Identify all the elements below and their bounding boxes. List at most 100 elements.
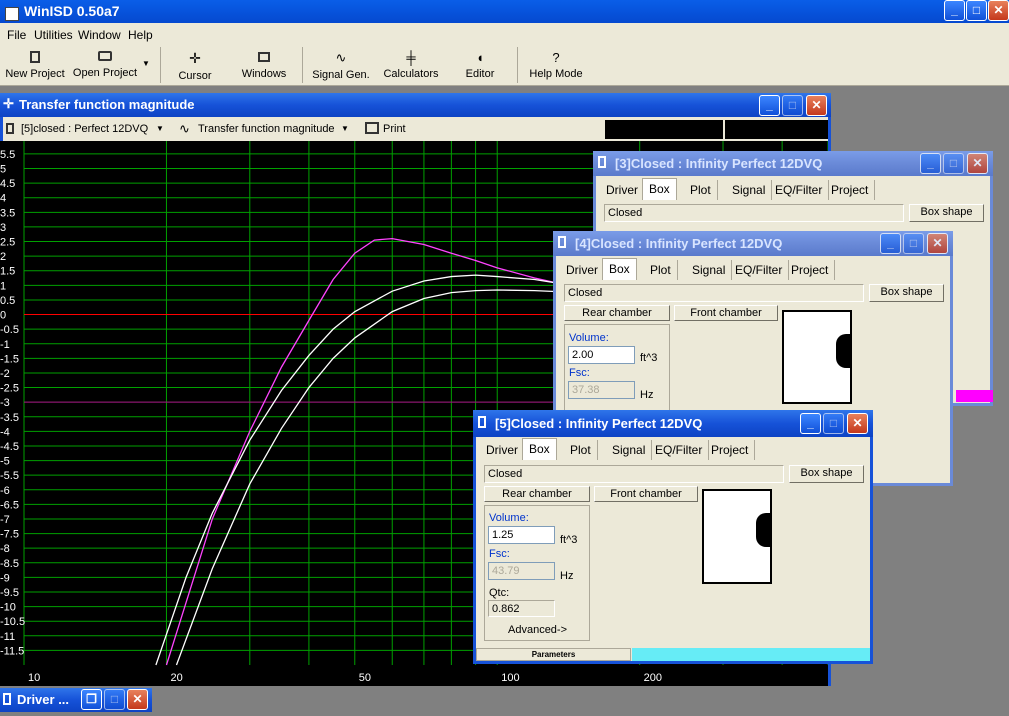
win3-box-type[interactable]: Closed — [604, 204, 904, 222]
windows-icon — [258, 52, 270, 62]
win3-minimize-button[interactable]: _ — [920, 153, 941, 174]
y-tick-label: -2.5 — [0, 383, 19, 395]
windows-label: Windows — [241, 68, 287, 80]
maximize-button[interactable]: □ — [966, 0, 987, 21]
open-dropdown-arrow-icon[interactable]: ▼ — [142, 59, 150, 68]
print-button[interactable]: Print — [383, 123, 406, 135]
menu-file[interactable]: File — [7, 28, 26, 42]
win5-front-chamber-tab[interactable]: Front chamber — [594, 486, 698, 502]
win5-minimize-button[interactable]: _ — [800, 413, 821, 434]
y-tick-label: -8.5 — [0, 558, 19, 570]
win5: Driver Box Plot Signal EQ/Filter Project… — [473, 437, 873, 664]
y-tick-label: -8 — [0, 543, 10, 555]
windows-button[interactable]: Windows — [232, 47, 296, 85]
menu-help[interactable]: Help — [128, 28, 153, 42]
y-tick-label: -11 — [0, 631, 15, 643]
y-tick-label: 5.5 — [0, 149, 15, 161]
win5-volume-input[interactable]: 1.25 — [488, 526, 555, 544]
close-button[interactable]: ✕ — [988, 0, 1009, 21]
menu-window[interactable]: Window — [78, 28, 121, 42]
win5-box-type[interactable]: Closed — [484, 465, 784, 483]
driver-window-icon — [3, 693, 11, 705]
calculator-icon: ╪ — [406, 50, 416, 65]
y-tick-label: -5.5 — [0, 470, 19, 482]
win5-tab-plot[interactable]: Plot — [564, 440, 598, 460]
y-tick-label: -9.5 — [0, 587, 19, 599]
open-project-button[interactable]: Open Project — [70, 47, 140, 85]
help-mode-button[interactable]: ? Help Mode — [522, 47, 590, 85]
project-select[interactable]: [5]closed : Perfect 12DVQ — [21, 123, 148, 135]
win4-tab-project[interactable]: Project — [785, 260, 836, 280]
graph-minimize-button[interactable]: _ — [759, 95, 780, 116]
calculators-button[interactable]: ╪ Calculators — [376, 47, 446, 85]
driver-minimized-window[interactable]: Driver ... ❐ □ ✕ — [0, 688, 152, 712]
win3-tab-eq-filter[interactable]: EQ/Filter — [769, 180, 830, 200]
menu-utilities[interactable]: Utilities — [34, 28, 73, 42]
win3-icon — [598, 156, 606, 168]
win5-maximize-button[interactable]: □ — [823, 413, 844, 434]
graph-toolbar: [5]closed : Perfect 12DVQ ▼ ∿ Transfer f… — [3, 119, 828, 141]
win3-close-button[interactable]: ✕ — [967, 153, 988, 174]
win4-tab-driver[interactable]: Driver — [560, 260, 605, 280]
win4-maximize-button[interactable]: □ — [903, 233, 924, 254]
win4-volume-input[interactable]: 2.00 — [568, 346, 635, 364]
win5-title-bar[interactable]: [5]Closed : Infinity Perfect 12DVQ _ □ ✕ — [473, 410, 873, 437]
editor-button[interactable]: ◖ Editor — [446, 47, 514, 85]
win3-tab-project[interactable]: Project — [825, 180, 876, 200]
win5-close-button[interactable]: ✕ — [847, 413, 868, 434]
win5-tab-eq-filter[interactable]: EQ/Filter — [649, 440, 710, 460]
win3-tab-signal[interactable]: Signal — [726, 180, 773, 200]
cursor-button[interactable]: ✛ Cursor — [163, 47, 227, 85]
win4-box-shape-button[interactable]: Box shape — [869, 284, 944, 302]
driver-maximize-button[interactable]: □ — [104, 689, 125, 710]
win3-maximize-button[interactable]: □ — [943, 153, 964, 174]
calculators-label: Calculators — [383, 68, 439, 80]
win5-box-shape-button[interactable]: Box shape — [789, 465, 864, 483]
win4-tab-signal[interactable]: Signal — [686, 260, 733, 280]
y-tick-label: 5 — [0, 164, 6, 176]
win3-tab-plot[interactable]: Plot — [684, 180, 718, 200]
win5-tab-driver[interactable]: Driver — [480, 440, 525, 460]
y-tick-label: 0.5 — [0, 295, 15, 307]
new-project-button[interactable]: New Project — [0, 47, 70, 85]
win4-minimize-button[interactable]: _ — [880, 233, 901, 254]
win5-rear-chamber-tab[interactable]: Rear chamber — [484, 486, 590, 502]
signal-gen-label: Signal Gen. — [312, 69, 370, 81]
win3-tab-box[interactable]: Box — [642, 178, 677, 200]
win4-title-bar[interactable]: [4]Closed : Infinity Perfect 12DVQ _ □ ✕ — [553, 231, 953, 256]
y-tick-label: 2.5 — [0, 237, 15, 249]
y-tick-label: -4.5 — [0, 441, 19, 453]
graph-type-dropdown-icon[interactable]: ▼ — [341, 124, 349, 133]
minimize-button[interactable]: _ — [944, 0, 965, 21]
driver-close-button[interactable]: ✕ — [127, 689, 148, 710]
win3-title-bar[interactable]: [3]Closed : Infinity Perfect 12DVQ _ □ ✕ — [593, 151, 993, 176]
driver-window-title: Driver ... — [17, 692, 70, 707]
help-mode-label: Help Mode — [529, 68, 583, 80]
y-tick-label: 3 — [0, 222, 6, 234]
win4-rear-chamber-tab[interactable]: Rear chamber — [564, 305, 670, 321]
win4-tab-box[interactable]: Box — [602, 258, 637, 280]
win4-front-chamber-tab[interactable]: Front chamber — [674, 305, 778, 321]
win3-box-shape-button[interactable]: Box shape — [909, 204, 984, 222]
win3-tab-driver[interactable]: Driver — [600, 180, 645, 200]
win4-tab-plot[interactable]: Plot — [644, 260, 678, 280]
win4-tab-eq-filter[interactable]: EQ/Filter — [729, 260, 790, 280]
x-tick-label: 10 — [28, 672, 40, 684]
driver-restore-button[interactable]: ❐ — [81, 689, 102, 710]
y-tick-label: -6 — [0, 485, 10, 497]
graph-type-select[interactable]: Transfer function magnitude — [198, 123, 335, 135]
win4-close-button[interactable]: ✕ — [927, 233, 948, 254]
graph-window-title: Transfer function magnitude — [19, 97, 195, 112]
win5-tab-signal[interactable]: Signal — [606, 440, 653, 460]
win5-driver-icon — [756, 513, 772, 547]
win5-advanced-button[interactable]: Advanced-> — [508, 624, 567, 636]
win5-tab-box[interactable]: Box — [522, 438, 557, 460]
graph-maximize-button[interactable]: □ — [782, 95, 803, 116]
win5-tab-project[interactable]: Project — [705, 440, 756, 460]
graph-window-title-bar[interactable]: ✛ Transfer function magnitude _ □ ✕ — [0, 93, 831, 117]
y-tick-label: 2 — [0, 251, 6, 263]
win4-box-type[interactable]: Closed — [564, 284, 864, 302]
signal-gen-button[interactable]: ∿ Signal Gen. — [306, 47, 376, 85]
project-dropdown-icon[interactable]: ▼ — [156, 124, 164, 133]
graph-close-button[interactable]: ✕ — [806, 95, 827, 116]
